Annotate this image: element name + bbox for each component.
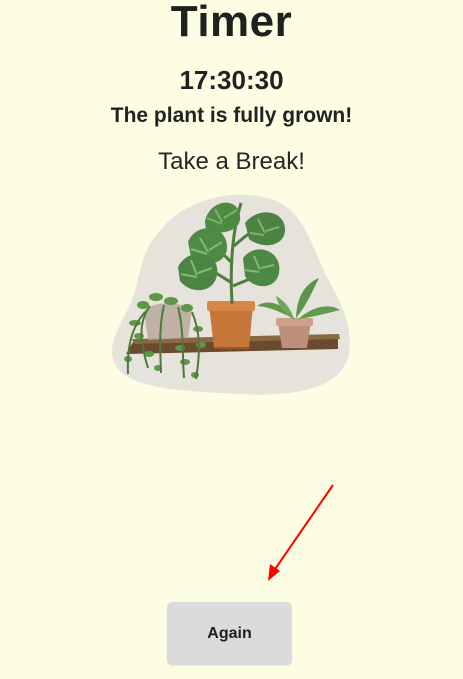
plant-status-message: The plant is fully grown! [110,104,353,127]
timer-screen: Timer 17:30:30 The plant is fully grown!… [0,0,463,679]
red-arrow-annotation-icon [268,484,334,581]
again-button[interactable]: Again [167,602,292,665]
potted-plants-illustration [112,194,350,395]
page-title: Timer [170,0,293,46]
timer-display: 17:30:30 [179,65,284,95]
break-message: Take a Break! [158,148,305,175]
